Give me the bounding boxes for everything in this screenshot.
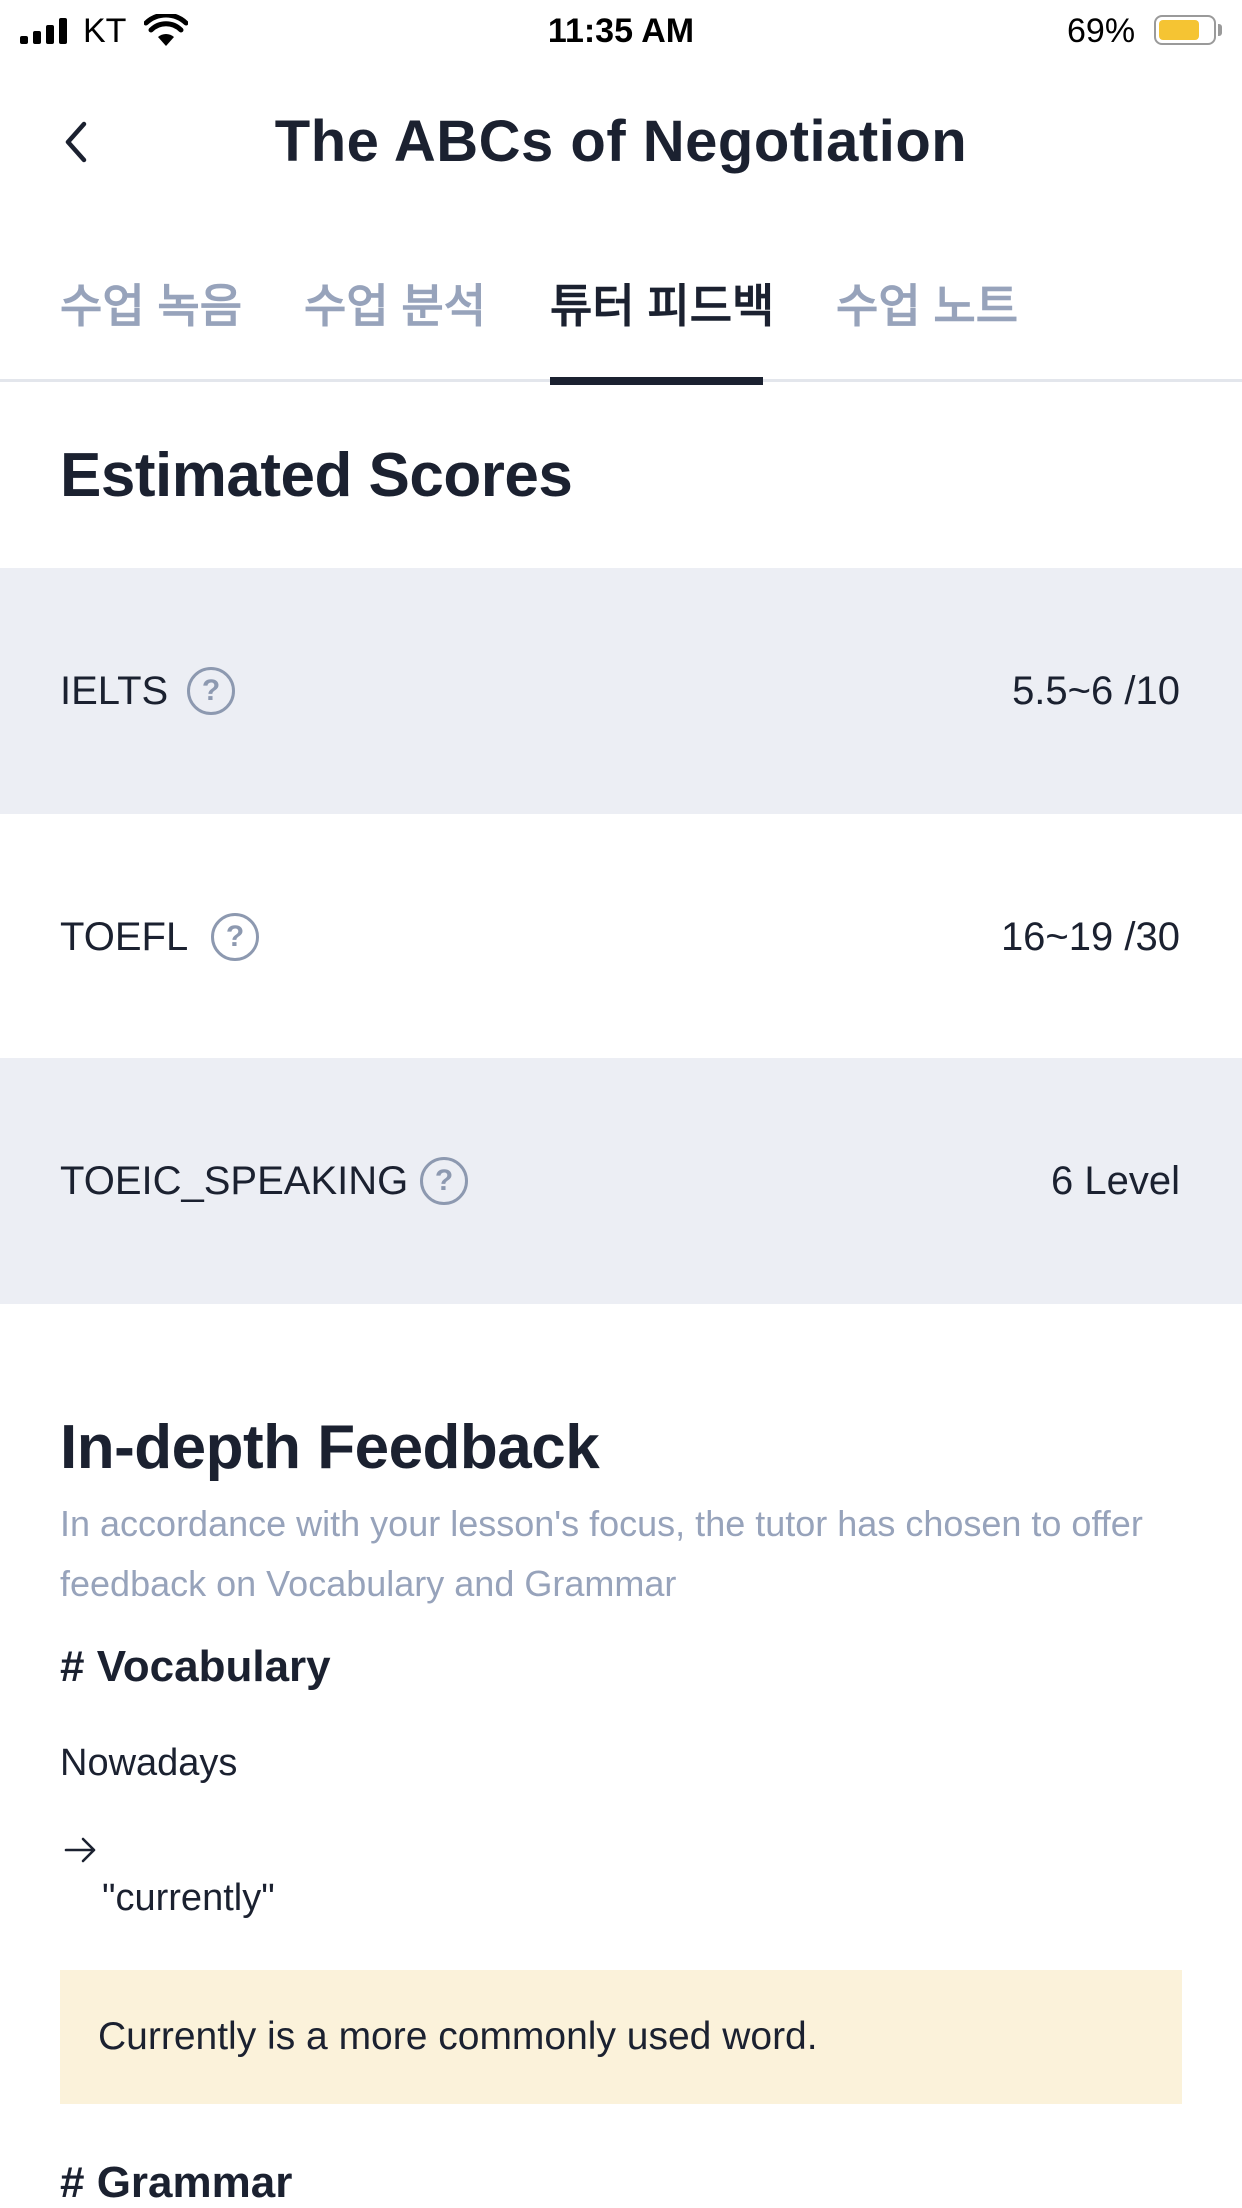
status-bar: KT 11:35 AM 69% bbox=[0, 0, 1242, 62]
battery-icon bbox=[1154, 15, 1216, 45]
question-circle-icon[interactable]: ? bbox=[211, 913, 259, 961]
arrow-right-icon bbox=[64, 1837, 96, 1863]
tab-bar: 수업 녹음 수업 분석 튜터 피드백 수업 노트 bbox=[0, 260, 1242, 385]
score-value: 6 Level bbox=[1051, 1158, 1180, 1203]
feedback-note-text: Currently is a more commonly used word. bbox=[98, 2015, 818, 2058]
feedback-description: In accordance with your lesson's focus, … bbox=[60, 1503, 1143, 1604]
tab-label: 수업 분석 bbox=[304, 280, 487, 332]
tab-lesson-recording[interactable]: 수업 녹음 bbox=[60, 270, 242, 382]
score-row-toeic-speaking: TOEIC_SPEAKING ? 6 Level bbox=[0, 1058, 1242, 1304]
battery-tip bbox=[1218, 24, 1222, 36]
score-row-toefl: TOEFL ? 16~19 /30 bbox=[0, 814, 1242, 1060]
question-circle-icon[interactable]: ? bbox=[420, 1157, 468, 1205]
score-value: 16~19 /30 bbox=[1000, 914, 1180, 959]
battery-level-fill bbox=[1159, 20, 1200, 40]
tab-lesson-analysis[interactable]: 수업 분석 bbox=[304, 270, 486, 382]
score-row-ielts: IELTS ? 5.5~6 /10 bbox=[0, 568, 1242, 814]
vocabulary-heading: # Vocabulary bbox=[60, 1642, 331, 1691]
score-label: TOEIC_SPEAKING bbox=[60, 1158, 409, 1203]
estimated-scores-title: Estimated Scores bbox=[60, 441, 573, 510]
active-tab-indicator bbox=[550, 377, 763, 385]
feedback-note-box: Currently is a more commonly used word. bbox=[60, 1970, 1182, 2104]
score-value: 5.5~6 /10 bbox=[1012, 668, 1180, 713]
tab-label: 튜터 피드백 bbox=[550, 280, 775, 332]
original-word: Nowadays bbox=[60, 1742, 238, 1784]
corrected-word: "currently" bbox=[102, 1877, 275, 1919]
grammar-heading: # Grammar bbox=[60, 2158, 293, 2207]
question-circle-icon[interactable]: ? bbox=[187, 667, 235, 715]
status-time: 11:35 AM bbox=[547, 12, 695, 50]
score-label: IELTS bbox=[60, 668, 169, 713]
tab-lesson-notes[interactable]: 수업 노트 bbox=[836, 270, 1018, 382]
tab-tutor-feedback[interactable]: 튜터 피드백 bbox=[550, 270, 774, 385]
battery-percentage: 69% bbox=[1067, 12, 1136, 50]
in-depth-feedback-title: In-depth Feedback bbox=[60, 1413, 600, 1482]
score-label: TOEFL bbox=[60, 914, 189, 959]
tab-label: 수업 녹음 bbox=[60, 280, 243, 332]
tab-label: 수업 노트 bbox=[836, 280, 1019, 332]
page-title: The ABCs of Negotiation bbox=[274, 109, 968, 174]
